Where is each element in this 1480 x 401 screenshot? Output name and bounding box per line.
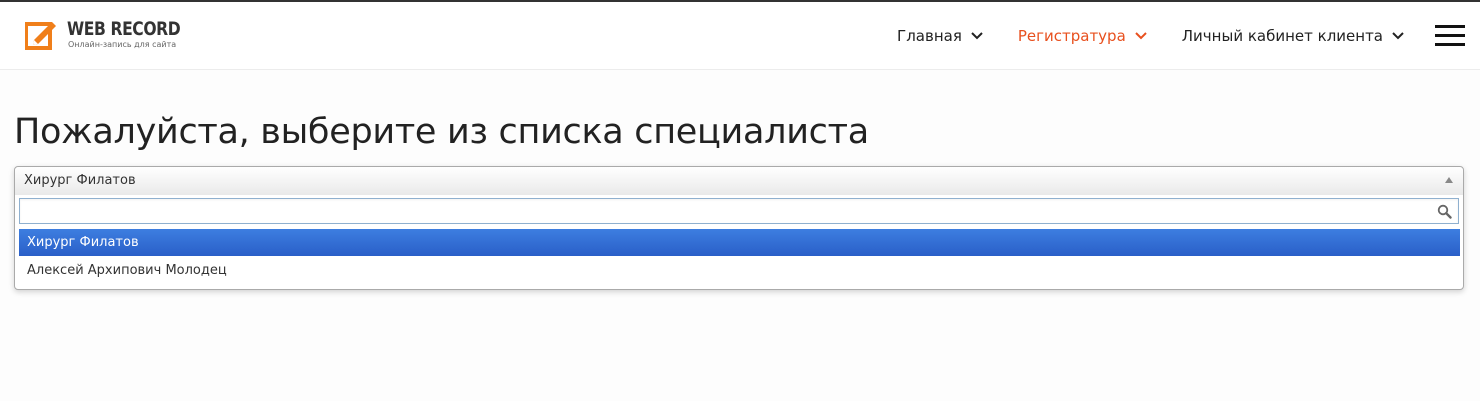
caret-up-icon <box>1445 177 1453 183</box>
chevron-down-icon <box>1392 31 1404 39</box>
nav-item-client-account[interactable]: Личный кабинет клиента <box>1182 27 1405 45</box>
site-header: WEB RECORD Онлайн-запись для сайта Главн… <box>0 2 1480 70</box>
search-icon <box>1437 204 1452 219</box>
logo[interactable]: WEB RECORD Онлайн-запись для сайта <box>24 18 205 54</box>
select-option-label: Алексей Архипович Молодец <box>27 263 227 278</box>
logo-subtitle: Онлайн-запись для сайта <box>68 40 177 49</box>
nav-item-registry[interactable]: Регистратура <box>1018 27 1148 45</box>
nav-item-client-account-label: Личный кабинет клиента <box>1181 26 1383 45</box>
nav-item-registry-label: Регистратура <box>1017 26 1126 45</box>
nav-item-home-label: Главная <box>897 26 962 45</box>
main-nav: Главная Регистратура Личный кабинет клие… <box>897 2 1480 69</box>
nav-item-home[interactable]: Главная <box>897 27 984 45</box>
chevron-down-icon <box>971 31 983 39</box>
select-header[interactable]: Хирург Филатов <box>15 167 1463 195</box>
page-title: Пожалуйста, выберите из списка специалис… <box>14 112 869 152</box>
specialist-select[interactable]: Хирург Филатов Хирург Филатов Алексей Ар… <box>14 166 1464 290</box>
chevron-down-icon <box>1135 31 1147 39</box>
select-option[interactable]: Алексей Архипович Молодец <box>19 257 1460 284</box>
select-option[interactable]: Хирург Филатов <box>19 229 1460 256</box>
select-selected-value: Хирург Филатов <box>24 173 136 188</box>
logo-title: WEB RECORD <box>67 18 181 40</box>
select-search-box <box>19 198 1459 224</box>
hamburger-menu-icon[interactable] <box>1435 24 1465 47</box>
logo-icon <box>24 18 59 52</box>
select-option-label: Хирург Филатов <box>27 235 139 250</box>
select-search-input[interactable] <box>20 199 1458 223</box>
